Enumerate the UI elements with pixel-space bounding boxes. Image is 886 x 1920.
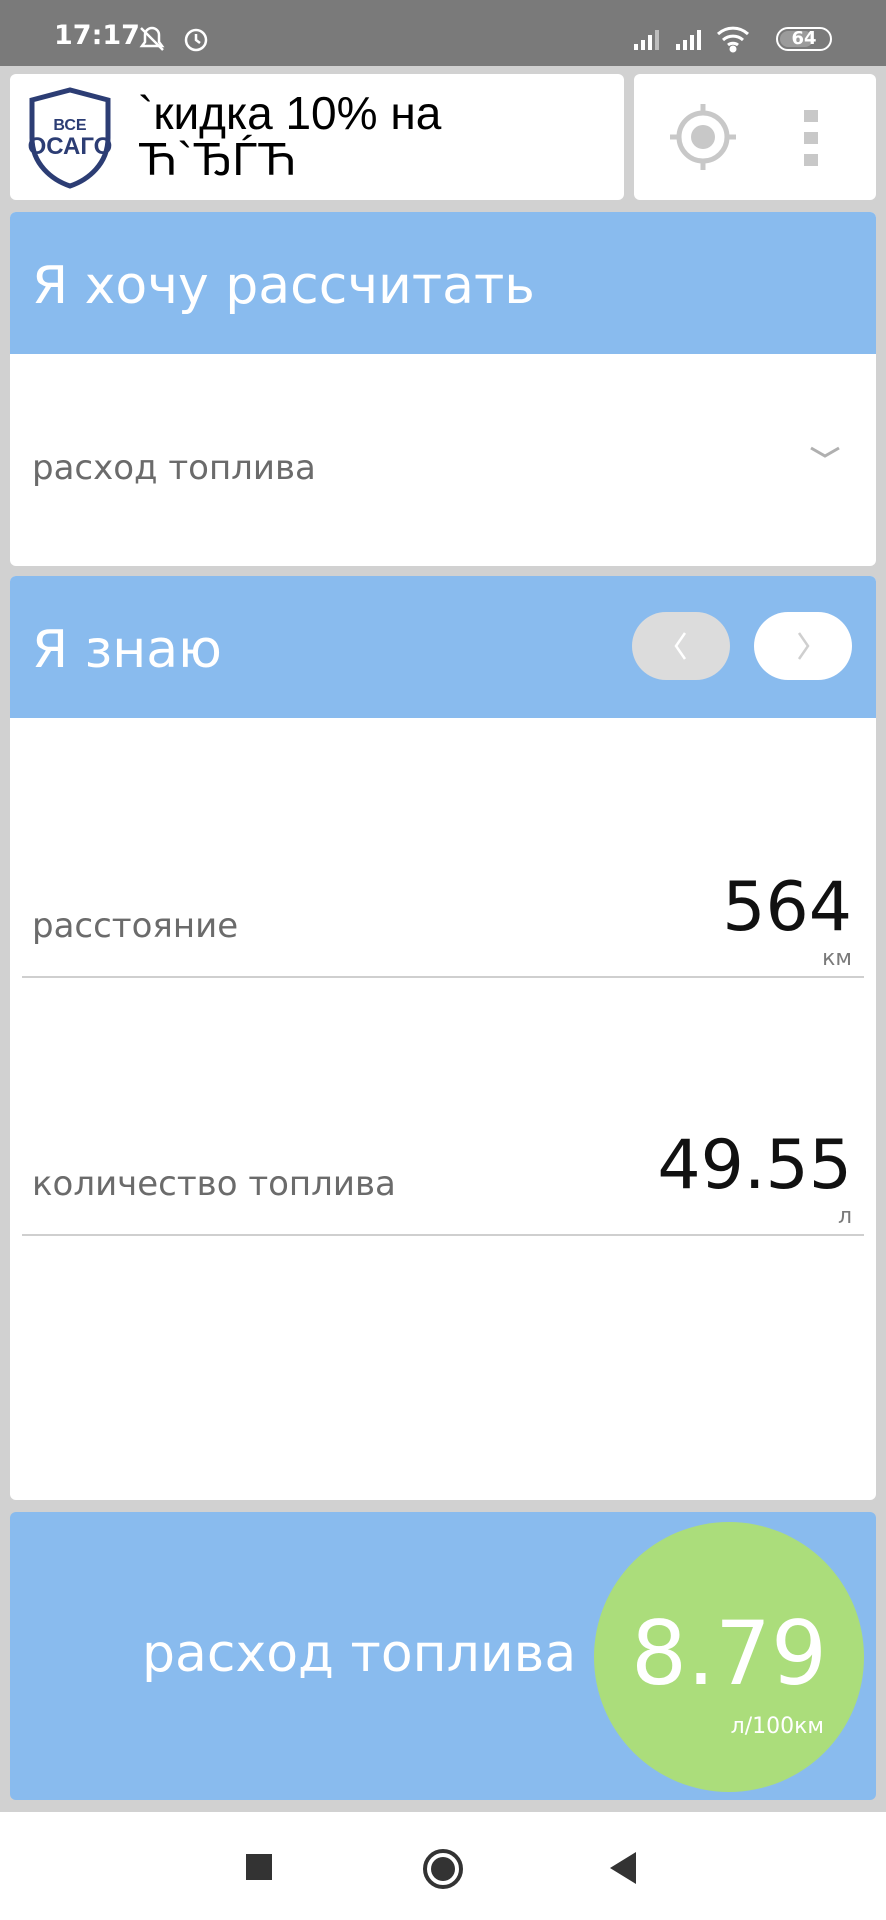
fuel-amount-value[interactable]: 49.55: [657, 1126, 852, 1205]
calculate-selected-value: расход топлива: [32, 448, 316, 488]
chevron-left-icon: [674, 632, 687, 660]
recents-button[interactable]: [246, 1854, 272, 1884]
calculate-header: Я хочу рассчитать: [10, 212, 876, 354]
signal-icon: [634, 30, 659, 50]
status-icons-left: [138, 24, 208, 60]
result-value: 8.79: [631, 1602, 827, 1705]
result-label: расход топлива: [142, 1624, 577, 1684]
calculate-card: Я хочу рассчитать расход топлива: [10, 212, 876, 566]
result-unit: л/100км: [730, 1714, 824, 1739]
calculate-select[interactable]: расход топлива: [10, 354, 876, 566]
chevron-right-icon: [797, 632, 810, 660]
distance-value[interactable]: 564: [722, 868, 852, 947]
prev-button[interactable]: [632, 612, 730, 680]
result-card: расход топлива 8.79 л/100км: [10, 1512, 876, 1800]
home-button[interactable]: [422, 1848, 464, 1894]
system-nav-bar: [0, 1812, 886, 1920]
logo-bottom-text: ОСАГО: [28, 133, 113, 160]
osago-logo: ВСЕ ОСАГО: [18, 86, 122, 194]
mute-icon: [139, 26, 165, 51]
locate-icon[interactable]: [670, 104, 736, 174]
fuel-amount-unit: л: [837, 1204, 852, 1229]
ad-actions: [634, 74, 876, 200]
fuel-amount-field[interactable]: количество топлива 49.55 л: [10, 978, 876, 1238]
calculate-title: Я хочу рассчитать: [32, 256, 535, 316]
ad-banner[interactable]: ВСЕ ОСАГО `кидка 10% на Ћ`ЂЃЋ: [10, 74, 624, 200]
logo-top-text: ВСЕ: [53, 117, 87, 134]
alarm-icon: [184, 28, 208, 52]
ad-text: `кидка 10% на Ћ`ЂЃЋ: [138, 87, 442, 185]
chevron-down-icon: [808, 442, 842, 468]
mute-alarm-icons: [139, 26, 208, 52]
back-button[interactable]: [608, 1852, 638, 1888]
square-icon: [246, 1854, 272, 1880]
triangle-back-icon: [610, 1852, 636, 1884]
status-time: 17:17: [54, 20, 140, 51]
battery-icon: 64: [776, 27, 832, 51]
result-circle: 8.79 л/100км: [594, 1522, 864, 1792]
distance-label: расстояние: [32, 906, 239, 946]
known-title: Я знаю: [32, 620, 222, 680]
known-card: Я знаю расстояние 564 км количество топл…: [10, 576, 876, 1500]
wifi-icon: [716, 26, 750, 53]
circle-icon: [423, 1849, 463, 1889]
battery-level: 64: [791, 28, 817, 49]
distance-unit: км: [822, 946, 852, 971]
signal-icon: [676, 30, 701, 50]
known-header: Я знаю: [10, 576, 876, 718]
fuel-amount-underline: [22, 1234, 864, 1236]
fuel-amount-label: количество топлива: [32, 1164, 396, 1204]
distance-field[interactable]: расстояние 564 км: [10, 718, 876, 978]
next-button[interactable]: [754, 612, 852, 680]
status-bar: 17:17 64: [0, 0, 886, 66]
more-menu-icon[interactable]: [804, 110, 820, 170]
